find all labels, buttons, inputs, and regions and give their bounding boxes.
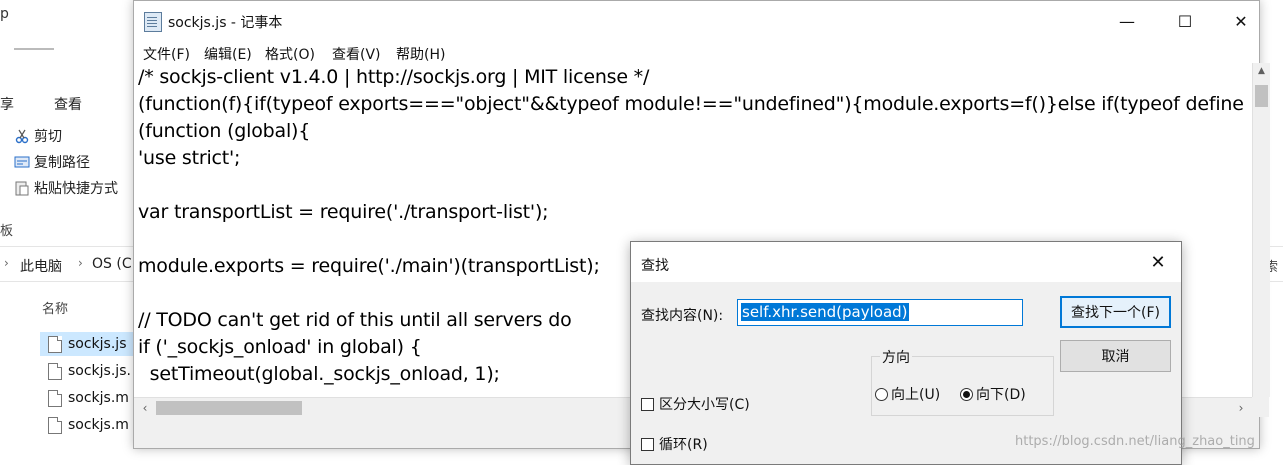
scrollbar-corner [1252,397,1269,417]
file-name: sockjs.js. [68,363,131,379]
close-button[interactable]: ✕ [1218,1,1264,41]
minimize-icon: — [1119,11,1135,31]
checkbox-unchecked-icon [641,397,654,411]
file-icon [48,389,62,407]
wrap-around-checkbox[interactable]: 循环(R) [641,434,708,454]
scroll-right-icon[interactable]: › [1232,398,1250,418]
file-name: sockjs.m [68,390,129,406]
find-what-label: 查找内容(N): [641,308,724,324]
minimize-button[interactable]: — [1104,1,1150,41]
file-list-item[interactable]: sockjs.js. [40,359,134,383]
copy-path-command[interactable]: 复制路径 [14,152,90,172]
direction-up-label: 向上(U) [891,387,941,403]
copy-path-label: 复制路径 [34,155,90,171]
paste-shortcut-label: 粘贴快捷方式 [34,181,118,197]
find-dialog: 查找 ✕ 查找内容(N): self.xhr.send(payload) 查找下… [630,241,1182,465]
chevron-right-icon[interactable]: › [4,256,9,270]
editor-line: /* sockjs-client v1.4.0 | http://sockjs.… [138,66,650,88]
menu-edit[interactable]: 编辑(E) [204,44,252,64]
watermark: https://blog.csdn.net/liang_zhao_ting [1015,434,1255,449]
menu-bar: 文件(F) 编辑(E) 格式(O) 查看(V) 帮助(H) [134,41,1259,63]
find-what-value: self.xhr.send(payload) [741,303,909,321]
notepad-titlebar[interactable]: sockjs.js - 记事本 — ☐ ✕ [134,1,1259,41]
paste-shortcut-command[interactable]: 粘贴快捷方式 [14,178,118,198]
scroll-left-icon[interactable]: ‹ [136,398,154,418]
explorer-title-fragment: p [0,6,9,22]
find-next-button[interactable]: 查找下一个(F) [1060,296,1171,328]
cut-command[interactable]: 剪切 [14,126,62,146]
direction-down-label: 向下(D) [976,387,1026,403]
maximize-icon: ☐ [1177,11,1193,31]
wrap-around-label: 循环(R) [659,437,708,453]
scroll-up-icon[interactable]: ▲ [1253,63,1270,80]
editor-line: var transportList = require('./transport… [138,201,549,223]
direction-group-title: 方向 [880,347,912,367]
notepad-app-icon[interactable] [144,12,162,32]
breadcrumb-this-pc[interactable]: 此电脑 [20,256,62,276]
direction-down-radio[interactable]: 向下(D) [960,384,1026,404]
close-icon: ✕ [1234,11,1248,31]
file-list-item[interactable]: sockjs.m [40,386,134,410]
menu-view[interactable]: 查看(V) [332,44,381,64]
radio-unchecked-icon [875,387,888,401]
column-header-name[interactable]: 名称 [42,298,68,317]
cancel-button[interactable]: 取消 [1060,340,1171,372]
find-dialog-title: 查找 [641,258,669,274]
back-arrow-icon[interactable] [0,36,60,62]
file-name: sockjs.m [68,417,129,433]
explorer-quick-access-bar [0,36,134,62]
editor-line: (function(f){if(typeof exports==="object… [138,93,1244,115]
ribbon-tab-share[interactable]: 享 [0,94,14,114]
find-what-input[interactable]: self.xhr.send(payload) [737,299,1023,326]
editor-line: setTimeout(global._sockjs_onload, 1); [138,363,500,385]
menu-file[interactable]: 文件(F) [143,44,190,64]
maximize-button[interactable]: ☐ [1162,1,1208,41]
file-list-item[interactable]: sockjs.m [40,413,134,437]
scissors-icon [14,128,30,144]
match-case-checkbox[interactable]: 区分大小写(C) [641,394,750,414]
file-icon [48,335,62,353]
cut-label: 剪切 [34,129,62,145]
chevron-right-icon[interactable]: › [78,256,83,270]
editor-line: if ('_sockjs_onload' in global) { [138,336,422,358]
ribbon-tab-view[interactable]: 查看 [54,94,82,114]
copy-path-icon [14,154,30,170]
menu-help[interactable]: 帮助(H) [396,44,445,64]
explorer-ribbon-clipboard: 剪切 复制路径 粘贴快捷方式 [0,118,134,248]
editor-line: // TODO can't get rid of this until all … [138,309,572,331]
close-icon[interactable]: ✕ [1145,250,1171,276]
paste-shortcut-icon [14,180,30,196]
editor-line: 'use strict'; [138,147,241,169]
vertical-scrollbar[interactable]: ▲ [1252,63,1270,397]
direction-group: 方向 向上(U) 向下(D) [871,347,1054,416]
find-dialog-titlebar[interactable]: 查找 ✕ [631,242,1181,282]
editor-line: (function (global){ [138,120,311,142]
file-list-item[interactable]: sockjs.js [40,332,134,356]
menu-format[interactable]: 格式(O) [265,44,315,64]
match-case-label: 区分大小写(C) [659,397,750,413]
file-icon [48,416,62,434]
editor-line: module.exports = require('./main')(trans… [138,255,600,277]
window-title: sockjs.js - 记事本 [168,15,283,31]
clipboard-group-label: 板 [0,224,14,239]
radio-checked-icon [960,387,973,401]
checkbox-unchecked-icon [641,437,654,451]
explorer-ribbon-tabs: 享 查看 [0,88,134,114]
direction-up-radio[interactable]: 向上(U) [875,384,940,404]
file-icon [48,362,62,380]
breadcrumb-os-drive[interactable]: OS (C: [92,256,136,272]
horizontal-scroll-thumb[interactable] [156,401,302,415]
vertical-scroll-thumb[interactable] [1255,85,1268,107]
file-name: sockjs.js [68,336,127,352]
